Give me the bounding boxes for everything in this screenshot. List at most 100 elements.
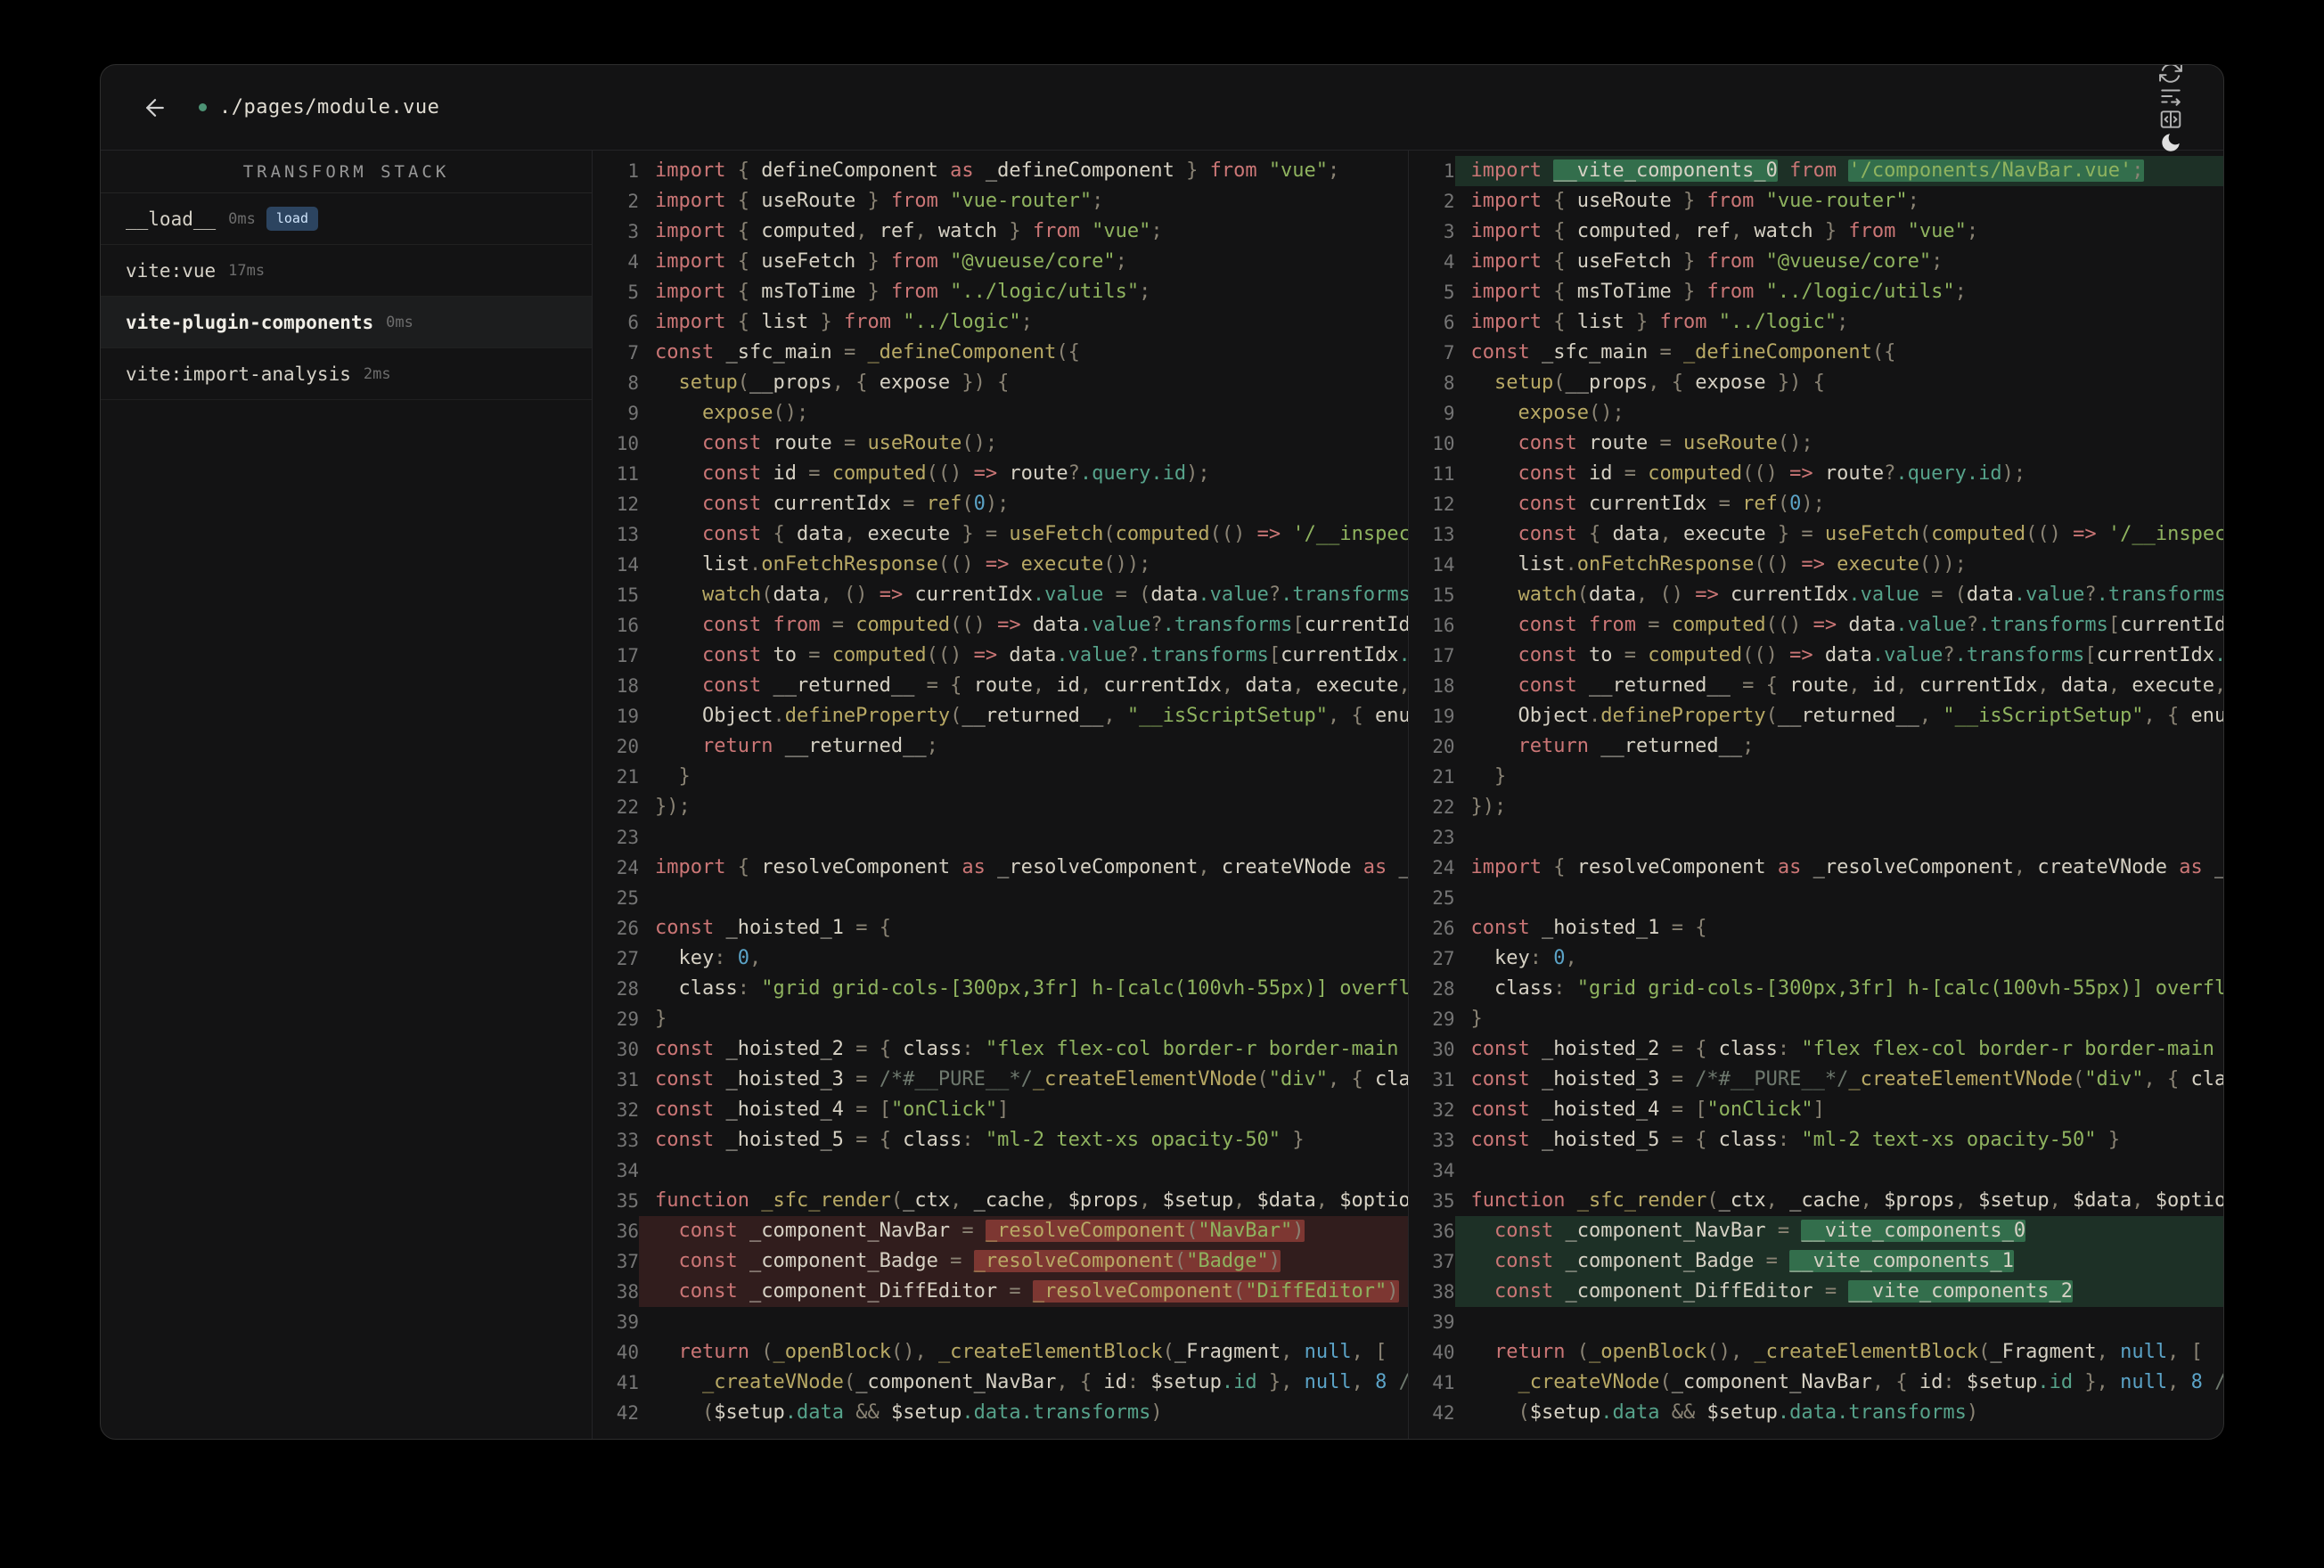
transform-item-time: 0ms: [386, 313, 413, 331]
line-number: 38: [616, 1281, 639, 1303]
line-number: 26: [616, 918, 639, 939]
line-number: 17: [1432, 645, 1455, 666]
code-line: 34: [593, 1156, 1408, 1186]
code-text: const _component_Badge = __vite_componen…: [1454, 1246, 2223, 1277]
code-line: 41 _createVNode(_component_NavBar, { id:…: [1409, 1368, 2223, 1398]
code-text: const _hoisted_2 = { class: "flex flex-c…: [655, 1038, 1399, 1060]
code-text: const { data, execute } = useFetch(compu…: [1518, 523, 2223, 545]
code-line: 40 return (_openBlock(), _createElementB…: [593, 1337, 1408, 1368]
transform-stack-title: TRANSFORM STACK: [101, 151, 592, 193]
code-text: key: 0,: [655, 947, 762, 969]
diff-left-panel[interactable]: 1 import { defineComponent as _defineComp…: [593, 151, 1408, 1439]
diff-right-code: 1 import __vite_components_0 from '/compo…: [1409, 156, 2224, 1428]
line-number: 13: [1432, 524, 1455, 545]
code-text: }: [1494, 765, 1507, 788]
code-line: 28 class: "grid grid-cols-[300px,3fr] h-…: [593, 974, 1408, 1004]
transform-item-label: vite:import-analysis: [126, 363, 351, 385]
code-text: const id = computed(() => route?.query.i…: [701, 462, 1210, 485]
code-text: const _component_DiffEditor = __vite_com…: [1454, 1277, 2223, 1307]
code-text: const _sfc_main = _defineComponent({: [1470, 341, 1896, 363]
diff-right-panel[interactable]: 1 import __vite_components_0 from '/compo…: [1407, 151, 2224, 1439]
line-number: 18: [616, 675, 639, 697]
code-text: import { useRoute } from "vue-router";: [655, 190, 1104, 212]
line-number: 29: [616, 1009, 639, 1030]
code-text: const currentIdx = ref(0);: [1518, 493, 1825, 515]
line-number: 10: [616, 433, 639, 454]
transform-item-time: 0ms: [228, 209, 256, 228]
code-text: import { computed, ref, watch } from "vu…: [1470, 220, 1979, 242]
code-line: 13 const { data, execute } = useFetch(co…: [1409, 519, 2223, 550]
code-line: 42 ($setup.data && $setup.data.transform…: [593, 1398, 1408, 1428]
code-text: }: [1470, 1008, 1483, 1030]
code-line: 27 key: 0,: [593, 943, 1408, 974]
line-number: 38: [1432, 1281, 1455, 1303]
line-number: 29: [1432, 1009, 1455, 1030]
code-line: 10 const route = useRoute();: [1409, 429, 2224, 459]
code-line: 4 import { useFetch } from "@vueuse/core"…: [593, 247, 1408, 277]
transform-item-vite-plugin-components[interactable]: vite-plugin-components 0ms: [101, 297, 592, 348]
code-text: const to = computed(() => data.value?.tr…: [1518, 644, 2223, 666]
code-text: Object.defineProperty(__returned__, "__i…: [655, 705, 1408, 727]
line-number: 31: [1432, 1069, 1455, 1090]
code-line: 31 const _hoisted_3 = /*#__PURE__*/_creat…: [593, 1065, 1408, 1095]
code-line: 37 const _component_Badge = _resolveComp…: [593, 1246, 1408, 1277]
line-number: 19: [1432, 706, 1455, 727]
line-number: 7: [627, 342, 639, 363]
line-number: 25: [1432, 887, 1455, 909]
code-line: 21 }: [593, 762, 1408, 792]
topbar-actions: [2120, 65, 2182, 154]
code-line: 20 return __returned__;: [593, 731, 1408, 762]
code-text: const _hoisted_2 = { class: "flex flex-c…: [1470, 1038, 2215, 1060]
split-diff-button[interactable]: [2159, 108, 2182, 131]
line-number: 39: [1432, 1311, 1455, 1333]
refresh-button[interactable]: [2159, 65, 2182, 85]
transform-item-time: 17ms: [228, 261, 266, 280]
transform-item-load[interactable]: __load__ 0ms load: [101, 193, 592, 245]
code-text: }: [655, 1008, 667, 1030]
code-line: 11 const id = computed(() => route?.quer…: [1409, 459, 2224, 489]
code-text: const _hoisted_3 = /*#__PURE__*/_createE…: [1470, 1068, 2224, 1090]
code-text: setup(__props, { expose }) {: [678, 372, 1010, 394]
line-number: 5: [1443, 282, 1455, 303]
topbar: ./pages/module.vue: [101, 65, 2223, 151]
line-number: 16: [1432, 615, 1455, 636]
back-button[interactable]: [142, 94, 168, 121]
code-text: });: [655, 796, 691, 818]
transform-item-vite-vue[interactable]: vite:vue 17ms: [101, 245, 592, 297]
code-text: const _component_Badge = _resolveCompone…: [639, 1246, 1408, 1277]
code-line: 36 const _component_NavBar = __vite_comp…: [1409, 1216, 2223, 1246]
code-line: 27 key: 0,: [1409, 943, 2224, 974]
line-number: 24: [1432, 857, 1455, 878]
line-number: 37: [1432, 1251, 1455, 1272]
line-number: 30: [616, 1039, 639, 1060]
code-text: class: "grid grid-cols-[300px,3fr] h-[ca…: [655, 977, 1407, 1000]
line-number: 20: [616, 736, 639, 757]
code-line: 38 const _component_DiffEditor = _resolv…: [593, 1277, 1408, 1307]
code-line: 35 function _sfc_render(_ctx, _cache, $pr…: [1409, 1186, 2223, 1216]
code-line: 21 }: [1409, 762, 2224, 792]
code-line: 9 expose();: [1409, 398, 2224, 429]
code-line: 31 const _hoisted_3 = /*#__PURE__*/_creat…: [1409, 1065, 2224, 1095]
code-line: 5 import { msToTime } from "../logic/util…: [1409, 277, 2224, 307]
code-text: const route = useRoute();: [1518, 432, 1813, 454]
line-number: 14: [616, 554, 639, 576]
line-number: 15: [1432, 584, 1455, 606]
code-line: 7 const _sfc_main = _defineComponent({: [593, 338, 1408, 368]
code-text: import { list } from "../logic";: [1470, 311, 1849, 333]
code-text: const from = computed(() => data.value?.…: [1518, 614, 2223, 636]
line-number: 31: [616, 1069, 639, 1090]
transform-item-label: __load__: [126, 208, 217, 230]
transform-item-vite-import-analysis[interactable]: vite:import-analysis 2ms: [101, 348, 592, 400]
code-text: _createVNode(_component_NavBar, { id: $s…: [1518, 1371, 2223, 1393]
module-path: ./pages/module.vue: [219, 96, 440, 118]
line-number: 19: [616, 706, 639, 727]
line-number: 42: [1432, 1402, 1455, 1424]
code-text: const __returned__ = { route, id, curren…: [1518, 674, 2223, 697]
line-wrap-button[interactable]: [2159, 85, 2182, 108]
code-line: 12 const currentIdx = ref(0);: [593, 489, 1408, 519]
code-line: 24 import { resolveComponent as _resolveC…: [1409, 853, 2223, 883]
line-number: 14: [1432, 554, 1455, 576]
code-line: 33 const _hoisted_5 = { class: "ml-2 text…: [593, 1125, 1408, 1156]
